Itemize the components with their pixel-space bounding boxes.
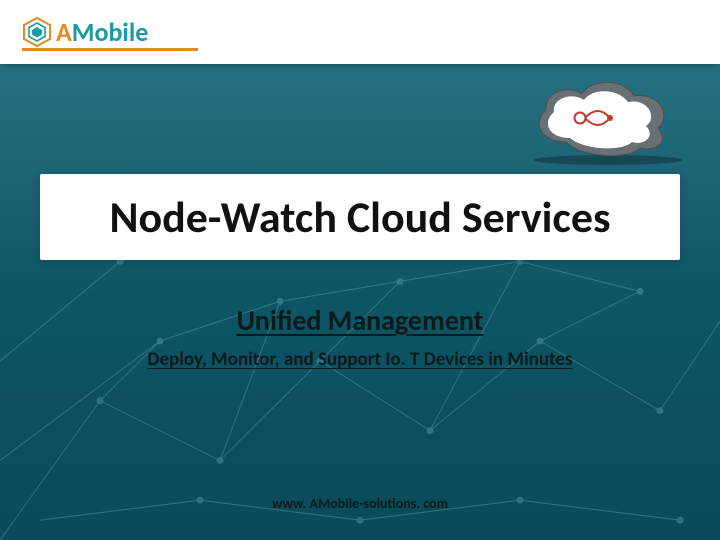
- subtitle: Unified Management: [0, 303, 720, 338]
- tagline: Deploy, Monitor, and Support Io. T Devic…: [0, 348, 720, 371]
- brand-name-rest: obile: [95, 16, 149, 48]
- brand-name-a: A: [56, 16, 72, 48]
- brand-name-m: M: [72, 16, 95, 48]
- brand-hexagon-icon: [22, 17, 52, 47]
- footer-url: www. AMobile-solutions. com: [0, 495, 720, 512]
- brand-logo: AMobile: [22, 16, 148, 48]
- node-watch-cloud-badge: NODE WATCH: [520, 70, 690, 166]
- brand-name: AMobile: [56, 16, 148, 48]
- title-block: Node-Watch Cloud Services: [40, 174, 680, 260]
- header-bar: AMobile: [0, 0, 720, 64]
- brand-underline: [22, 48, 198, 51]
- page-title: Node-Watch Cloud Services: [109, 190, 610, 244]
